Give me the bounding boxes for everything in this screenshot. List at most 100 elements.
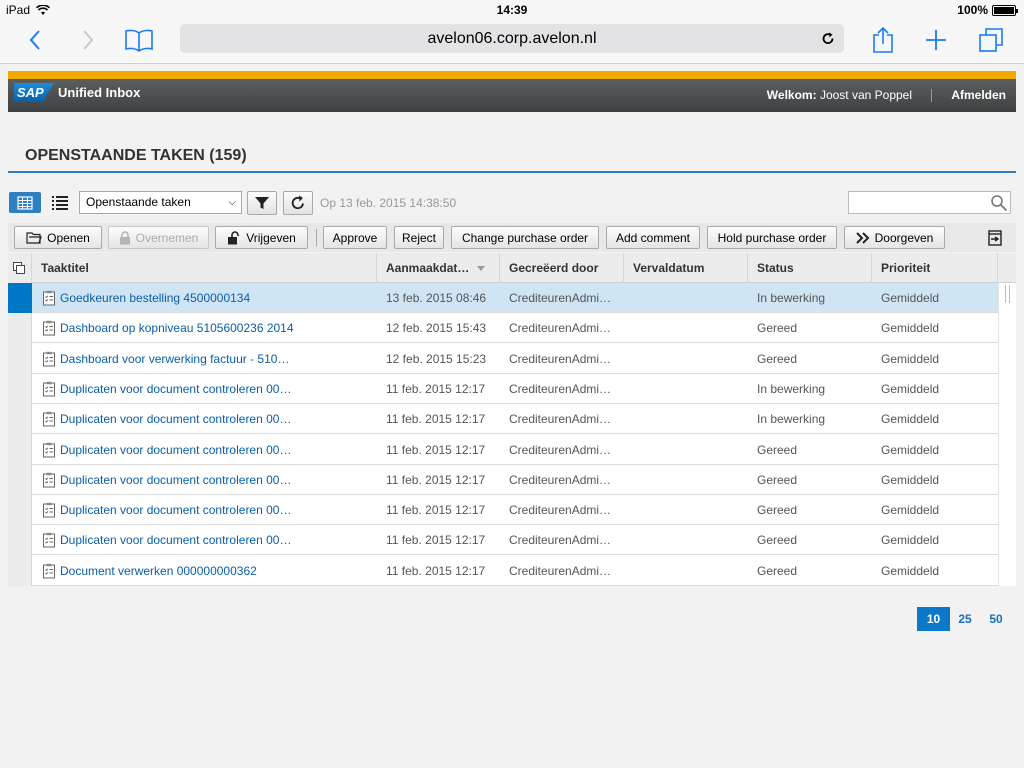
table-row[interactable]: Document verwerken 000000000362 11 feb. 2…	[8, 555, 998, 586]
column-header-status[interactable]: Status	[748, 253, 872, 283]
refresh-button[interactable]	[283, 191, 313, 215]
cell-created-by: CrediteurenAdmi…	[509, 503, 612, 518]
row-selector[interactable]	[8, 313, 32, 344]
task-title-link[interactable]: Duplicaten voor document controleren 00…	[60, 404, 291, 434]
cell-task-title[interactable]: Duplicaten voor document controleren 00…	[32, 404, 377, 434]
cell-task-title[interactable]: Duplicaten voor document controleren 00…	[32, 465, 377, 495]
app-name: Unified Inbox	[58, 85, 141, 100]
row-selector[interactable]	[8, 343, 32, 374]
page-size-50[interactable]: 50	[984, 607, 1008, 631]
row-selector[interactable]	[8, 525, 32, 556]
task-title-link[interactable]: Duplicaten voor document controleren 00…	[60, 465, 291, 495]
cell-task-title[interactable]: Dashboard voor verwerking factuur - 510…	[32, 344, 377, 374]
cell-task-title[interactable]: Duplicaten voor document controleren 00…	[32, 374, 377, 404]
task-title-link[interactable]: Duplicaten voor document controleren 00…	[60, 525, 291, 555]
back-button[interactable]	[19, 26, 51, 54]
forward-task-button[interactable]: Doorgeven	[844, 226, 945, 249]
column-header-title[interactable]: Taaktitel	[32, 253, 377, 283]
cell-task-title[interactable]: Duplicaten voor document controleren 00…	[32, 495, 377, 525]
cell-created: 13 feb. 2015 08:46	[386, 291, 487, 305]
hold-purchase-order-button[interactable]: Hold purchase order	[707, 226, 837, 249]
sort-icon	[476, 266, 485, 271]
export-icon	[988, 230, 1002, 246]
task-icon	[43, 411, 55, 427]
approve-button[interactable]: Approve	[323, 226, 387, 249]
task-title-link[interactable]: Duplicaten voor document controleren 00…	[60, 374, 291, 404]
new-tab-button[interactable]	[920, 26, 952, 54]
plus-icon	[926, 30, 946, 50]
task-title-link[interactable]: Dashboard op kopniveau 5105600236 2014	[60, 313, 294, 343]
list-view-button[interactable]	[44, 192, 76, 213]
search-button[interactable]	[990, 194, 1008, 217]
table-row[interactable]: Goedkeuren bestelling 4500000134 13 feb. …	[8, 283, 998, 313]
cell-created-by: CrediteurenAdmi…	[509, 291, 612, 305]
share-button[interactable]	[867, 26, 899, 54]
task-icon	[43, 472, 55, 488]
table-row[interactable]: Duplicaten voor document controleren 00……	[8, 525, 998, 556]
column-header-priority[interactable]: Prioriteit	[872, 253, 998, 283]
open-button[interactable]: Openen	[14, 226, 102, 249]
claim-button[interactable]: Overnemen	[108, 226, 209, 249]
scrollbar-thumb[interactable]	[1005, 285, 1010, 303]
export-button[interactable]	[988, 230, 1002, 251]
cell-due-date	[624, 525, 748, 555]
cell-task-title[interactable]: Document verwerken 000000000362	[32, 556, 377, 586]
select-all-button[interactable]	[13, 261, 25, 279]
task-title-link[interactable]: Document verwerken 000000000362	[60, 556, 257, 586]
reject-button[interactable]: Reject	[394, 226, 444, 249]
header-divider	[931, 89, 932, 102]
row-selector[interactable]	[8, 404, 32, 435]
table-row[interactable]: Duplicaten voor document controleren 00……	[8, 464, 998, 495]
page-size-10[interactable]: 10	[917, 607, 950, 631]
table-row[interactable]: Duplicaten voor document controleren 00……	[8, 373, 998, 404]
table-row[interactable]: Duplicaten voor document controleren 00……	[8, 434, 998, 465]
cell-task-title[interactable]: Dashboard op kopniveau 5105600236 2014	[32, 313, 377, 343]
row-selector[interactable]	[8, 495, 32, 526]
cell-status: In bewerking	[757, 381, 826, 396]
welcome-label: Welkom:	[766, 88, 817, 102]
cell-task-title[interactable]: Duplicaten voor document controleren 00…	[32, 435, 377, 465]
add-comment-button[interactable]: Add comment	[606, 226, 700, 249]
row-selector[interactable]	[8, 434, 32, 465]
url-bar[interactable]: avelon06.corp.avelon.nl	[180, 24, 844, 53]
row-selector[interactable]	[8, 555, 32, 586]
page-size-25[interactable]: 25	[953, 607, 977, 631]
open-label: Openen	[47, 230, 90, 245]
task-title-link[interactable]: Duplicaten voor document controleren 00…	[60, 435, 291, 465]
bookmarks-button[interactable]	[123, 26, 155, 54]
column-header-created[interactable]: Aanmaakdat…	[377, 253, 500, 283]
table-scrollbar[interactable]	[998, 283, 1016, 586]
task-filter-select[interactable]: Openstaande taken ⌵	[79, 191, 242, 214]
cell-priority: Gemiddeld	[881, 321, 940, 336]
table-row[interactable]: Dashboard voor verwerking factuur - 510……	[8, 343, 998, 374]
chevron-left-icon	[29, 30, 40, 50]
forward-button[interactable]	[72, 26, 104, 54]
cell-priority: Gemiddeld	[881, 381, 940, 396]
task-title-link[interactable]: Duplicaten voor document controleren 00…	[60, 495, 291, 525]
table-row[interactable]: Duplicaten voor document controleren 00……	[8, 404, 998, 435]
row-selector[interactable]	[8, 283, 32, 313]
column-header-due-date[interactable]: Vervaldatum	[624, 253, 748, 283]
task-title-link[interactable]: Dashboard voor verwerking factuur - 510…	[60, 344, 289, 374]
row-selector[interactable]	[8, 464, 32, 495]
filter-button[interactable]	[247, 191, 277, 215]
table-row[interactable]: Dashboard op kopniveau 5105600236 2014 12…	[8, 313, 998, 344]
action-toolbar: Openen Overnemen Vrijgeven Approve Rejec…	[8, 223, 1016, 252]
change-purchase-order-button[interactable]: Change purchase order	[451, 226, 599, 249]
logout-link[interactable]: Afmelden	[951, 88, 1006, 102]
book-icon	[125, 29, 153, 52]
search-input[interactable]	[848, 191, 1011, 214]
cell-due-date	[624, 313, 748, 343]
reload-button[interactable]	[818, 24, 838, 53]
task-title-link[interactable]: Goedkeuren bestelling 4500000134	[60, 283, 250, 313]
grid-view-button[interactable]	[9, 192, 41, 213]
cell-task-title[interactable]: Duplicaten voor document controleren 00…	[32, 525, 377, 555]
row-selector[interactable]	[8, 373, 32, 404]
task-icon	[43, 502, 55, 518]
approve-label: Approve	[332, 230, 378, 245]
cell-task-title[interactable]: Goedkeuren bestelling 4500000134	[32, 283, 377, 313]
tabs-button[interactable]	[975, 26, 1007, 54]
table-row[interactable]: Duplicaten voor document controleren 00……	[8, 495, 998, 526]
column-header-created-by[interactable]: Gecreëerd door	[500, 253, 624, 283]
release-button[interactable]: Vrijgeven	[215, 226, 308, 249]
